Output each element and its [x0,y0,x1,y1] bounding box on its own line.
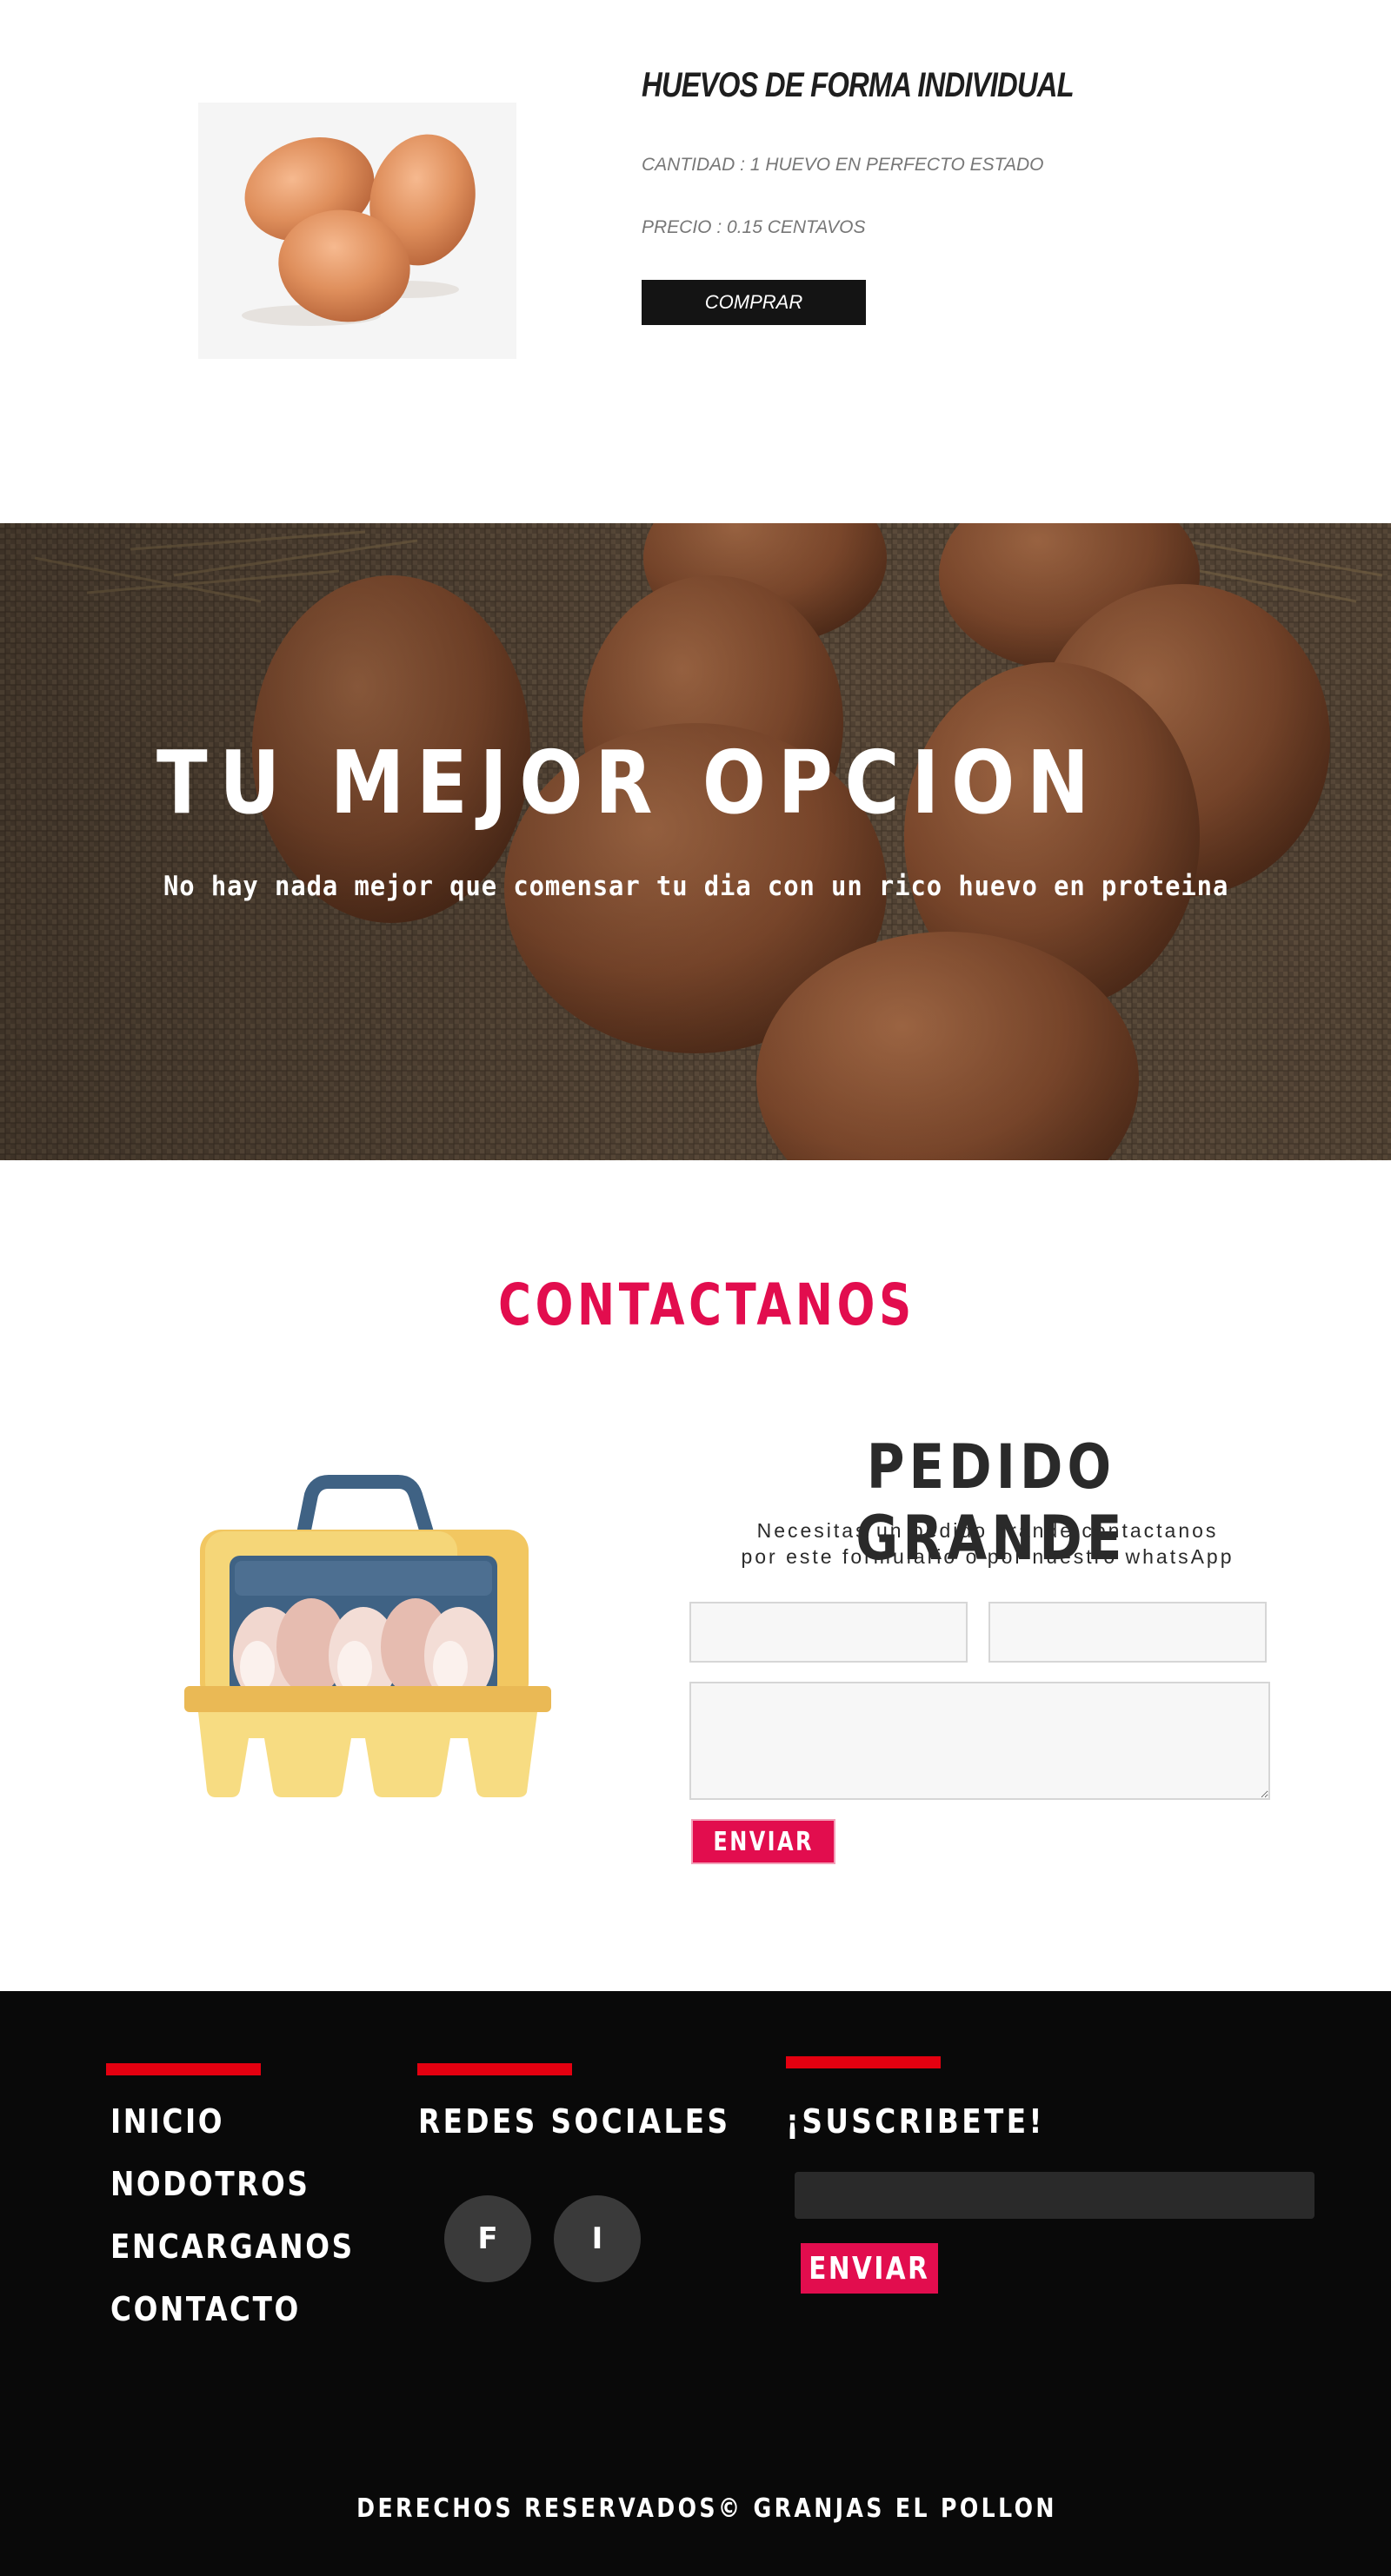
subscribe-heading: ¡SUSCRIBETE! [786,2102,1045,2141]
message-field[interactable] [689,1682,1270,1800]
hero-banner: TU MEJOR OPCION No hay nada mejor que co… [0,523,1391,1160]
subscribe-input[interactable] [795,2172,1314,2219]
footer-link-contacto[interactable]: CONTACTO [110,2290,301,2328]
send-button[interactable]: ENVIAR [691,1819,835,1864]
hero-subtitle: No hay nada mejor que comensar tu dia co… [163,871,1229,902]
copyright-text: DERECHOS RESERVADOS© GRANJAS EL POLLON [356,2493,1057,2524]
product-price: PRECIO : 0.15 CENTAVOS [642,217,866,237]
eggs-image [198,103,516,359]
divider-bar [786,2056,941,2068]
name-field[interactable] [689,1602,968,1663]
footer-link-nosotros[interactable]: NODOTROS [110,2165,309,2203]
facebook-icon[interactable]: F [444,2195,531,2282]
email-field[interactable] [988,1602,1267,1663]
eggs-on-burlap-image [0,523,1391,1160]
form-description-line: por este formulario o por nuestro whatsA… [741,1545,1235,1568]
instagram-icon[interactable]: I [554,2195,641,2282]
buy-button[interactable]: COMPRAR [642,280,866,325]
contact-title: CONTACTANOS [498,1271,915,1338]
form-description: Necesitas un pedido grande contactanos p… [675,1517,1301,1570]
footer: INICIO NODOTROS ENCARGANOS CONTACTO REDE… [0,1991,1391,2576]
hero-title: TU MEJOR OPCION [156,732,1101,833]
social-heading: REDES SOCIALES [418,2102,731,2141]
subscribe-button[interactable]: ENVIAR [801,2243,938,2294]
send-button-label: ENVIAR [713,1826,814,1857]
product-section: HUEVOS DE FORMA INDIVIDUAL CANTIDAD : 1 … [0,0,1391,523]
footer-link-inicio[interactable]: INICIO [110,2102,224,2141]
divider-bar [417,2063,572,2075]
egg-carton-icon [181,1469,555,1799]
footer-link-encarganos[interactable]: ENCARGANOS [110,2227,355,2266]
divider-bar [106,2063,261,2075]
subscribe-button-label: ENVIAR [809,2250,930,2287]
form-description-line: Necesitas un pedido grande contactanos [756,1519,1219,1542]
product-title: HUEVOS DE FORMA INDIVIDUAL [642,66,1075,104]
product-quantity: CANTIDAD : 1 HUEVO EN PERFECTO ESTADO [642,155,1044,175]
contact-section: CONTACTANOS PEDIDO GRANDE Necesitas un p… [0,1160,1391,1991]
